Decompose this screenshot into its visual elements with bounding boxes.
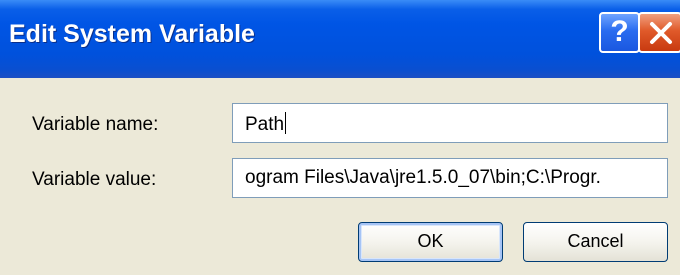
text-caret: [285, 112, 287, 134]
cancel-button[interactable]: Cancel: [523, 222, 668, 262]
variable-name-value: Path: [245, 114, 285, 135]
help-icon: ?: [610, 15, 629, 48]
help-button[interactable]: ?: [599, 12, 640, 53]
close-button[interactable]: [638, 12, 680, 53]
variable-value-input[interactable]: ogram Files\Java\jre1.5.0_07\bin;C:\Prog…: [232, 158, 668, 198]
variable-value-text: ogram Files\Java\jre1.5.0_07\bin;C:\Prog…: [245, 167, 601, 188]
variable-name-label: Variable name:: [32, 114, 159, 135]
window-title: Edit System Variable: [9, 20, 255, 48]
ok-button[interactable]: OK: [358, 222, 503, 262]
variable-name-input[interactable]: Path: [232, 103, 668, 143]
variable-value-label: Variable value:: [32, 169, 157, 190]
title-bar[interactable]: Edit System Variable ?: [0, 0, 680, 78]
close-icon: [650, 22, 672, 44]
